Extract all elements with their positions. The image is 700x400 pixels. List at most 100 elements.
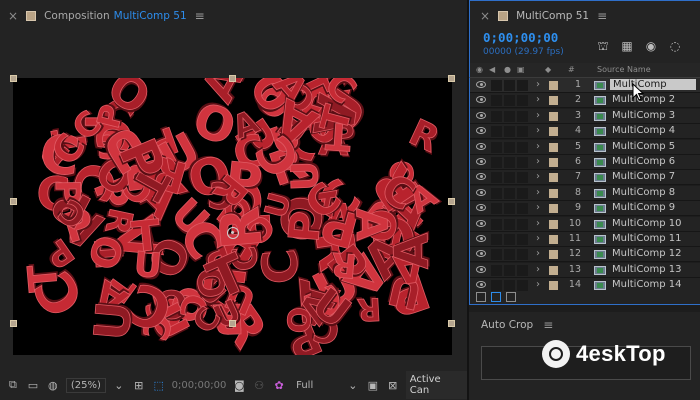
panel-menu-icon[interactable]: ≡: [195, 9, 205, 23]
audio-switch[interactable]: [491, 157, 502, 168]
chevron-down-icon[interactable]: ⌄: [112, 379, 126, 392]
audio-switch[interactable]: [491, 264, 502, 276]
solo-switch[interactable]: [504, 234, 515, 245]
layer-name[interactable]: MultiComp 9: [612, 202, 675, 213]
eye-icon[interactable]: [476, 219, 486, 227]
timeline-tab-title[interactable]: MultiComp 51: [516, 10, 589, 22]
twirl-arrow-icon[interactable]: ›: [536, 79, 540, 90]
fast-previews-icon[interactable]: ▣: [366, 379, 380, 392]
lock-switch[interactable]: [517, 280, 528, 291]
layer-row[interactable]: › 11 MultiComp 11: [470, 232, 700, 247]
layer-row[interactable]: › 7 MultiComp 7: [470, 170, 700, 186]
transform-handle-middle-left[interactable]: [10, 198, 17, 205]
transparency-grid-icon[interactable]: ⊠: [386, 379, 400, 392]
show-snapshot-icon[interactable]: ⚇: [252, 379, 266, 392]
audio-switch[interactable]: [491, 187, 502, 199]
transform-handle-bottom-center[interactable]: [229, 320, 236, 327]
transform-handle-bottom-left[interactable]: [10, 320, 17, 327]
audio-switch[interactable]: [491, 249, 502, 261]
layer-switches-icon[interactable]: [476, 292, 486, 302]
composition-canvas[interactable]: PPAAPPPPPPTTUUOOPPCCUUOOAATTRRRRCCPPTTCC…: [13, 78, 452, 355]
layer-row[interactable]: › 6 MultiComp 6: [470, 155, 700, 170]
twirl-arrow-icon[interactable]: ›: [536, 264, 540, 275]
solo-switch[interactable]: [504, 264, 515, 276]
solo-switch[interactable]: [504, 95, 515, 107]
audio-switch[interactable]: [491, 80, 502, 91]
timeline-timecode[interactable]: 0;00;00;00: [483, 30, 558, 45]
layer-label-color[interactable]: [549, 158, 558, 167]
source-name-column[interactable]: Source Name: [597, 65, 651, 74]
transform-handle-top-right[interactable]: [448, 75, 455, 82]
lock-column-icon[interactable]: ▣: [517, 65, 525, 74]
grid-toggle-icon[interactable]: ⊞: [132, 379, 146, 392]
layer-row[interactable]: › 1 MultiComp: [470, 78, 700, 93]
layer-row[interactable]: › 9 MultiComp 9: [470, 201, 700, 217]
lock-switch[interactable]: [517, 249, 528, 261]
eye-icon[interactable]: [476, 188, 486, 196]
layer-row[interactable]: › 5 MultiComp 5: [470, 139, 700, 155]
composition-name[interactable]: MultiComp 51: [114, 10, 187, 22]
anchor-point-icon[interactable]: [227, 227, 239, 239]
label-column-icon[interactable]: ◆: [545, 65, 551, 74]
always-preview-icon[interactable]: ⧉: [6, 378, 20, 391]
composition-viewer[interactable]: PPAAPPPPPPTTUUOOPPCCUUOOAATTRRRRCCPPTTCC…: [0, 32, 467, 370]
solo-switch[interactable]: [504, 80, 515, 91]
lock-switch[interactable]: [517, 203, 528, 215]
layer-label-color[interactable]: [549, 81, 558, 90]
eye-icon[interactable]: [476, 235, 486, 242]
layer-label-color[interactable]: [549, 188, 558, 198]
audio-switch[interactable]: [491, 234, 502, 245]
magnification-dropdown[interactable]: (25%): [65, 377, 106, 393]
layer-label-color[interactable]: [549, 265, 558, 275]
transfer-controls-icon[interactable]: [491, 292, 501, 302]
eye-icon[interactable]: [476, 250, 486, 258]
audio-column-icon[interactable]: ◀: [489, 65, 495, 74]
audio-switch[interactable]: [491, 126, 502, 138]
layer-name[interactable]: MultiComp 14: [612, 279, 682, 290]
twirl-arrow-icon[interactable]: ›: [536, 156, 540, 167]
snapshot-camera-icon[interactable]: ◙: [232, 379, 246, 392]
lock-switch[interactable]: [517, 80, 528, 91]
twirl-arrow-icon[interactable]: ›: [536, 187, 540, 198]
twirl-arrow-icon[interactable]: ›: [536, 218, 540, 229]
layer-label-color[interactable]: [549, 127, 558, 137]
lock-switch[interactable]: [517, 172, 528, 184]
twirl-arrow-icon[interactable]: ›: [536, 202, 540, 213]
eye-icon[interactable]: [476, 173, 486, 181]
close-panel-icon[interactable]: ×: [8, 9, 18, 23]
graph-editor-icon[interactable]: ◌: [668, 39, 682, 53]
layer-label-color[interactable]: [549, 281, 558, 291]
panel-menu-icon[interactable]: ≡: [543, 318, 553, 332]
layer-name[interactable]: MultiComp 13: [612, 264, 682, 275]
layer-number-column[interactable]: #: [568, 65, 575, 74]
audio-switch[interactable]: [491, 172, 502, 184]
layer-row[interactable]: › 2 MultiComp 2: [470, 93, 700, 109]
twirl-arrow-icon[interactable]: ›: [536, 279, 540, 290]
eye-icon[interactable]: [476, 158, 486, 165]
layer-name[interactable]: MultiComp 11: [612, 233, 682, 244]
layer-row[interactable]: › 8 MultiComp 8: [470, 185, 700, 201]
layer-row[interactable]: › 4 MultiComp 4: [470, 124, 700, 140]
lock-switch[interactable]: [517, 234, 528, 245]
audio-switch[interactable]: [491, 218, 502, 230]
eye-icon[interactable]: [476, 81, 486, 88]
eye-icon[interactable]: [476, 111, 486, 119]
lock-switch[interactable]: [517, 218, 528, 230]
layer-row[interactable]: › 13 MultiComp 13: [470, 262, 700, 278]
lock-switch[interactable]: [517, 157, 528, 168]
audio-switch[interactable]: [491, 95, 502, 107]
layer-name[interactable]: MultiComp 7: [612, 171, 675, 182]
twirl-arrow-icon[interactable]: ›: [536, 94, 540, 105]
solo-switch[interactable]: [504, 218, 515, 230]
eye-icon[interactable]: [476, 265, 486, 273]
monitor-icon[interactable]: ▭: [26, 379, 40, 392]
layer-label-color[interactable]: [549, 142, 558, 152]
layer-name[interactable]: MultiComp 3: [612, 110, 675, 121]
visibility-column-icon[interactable]: ◉: [476, 65, 483, 74]
region-of-interest-icon[interactable]: ⬚: [152, 379, 166, 392]
layer-label-color[interactable]: [549, 96, 558, 106]
eye-icon[interactable]: [476, 204, 486, 212]
layer-name[interactable]: MultiComp 12: [612, 248, 682, 259]
transform-handle-top-center[interactable]: [229, 75, 236, 82]
layer-name[interactable]: MultiComp 5: [612, 141, 675, 152]
